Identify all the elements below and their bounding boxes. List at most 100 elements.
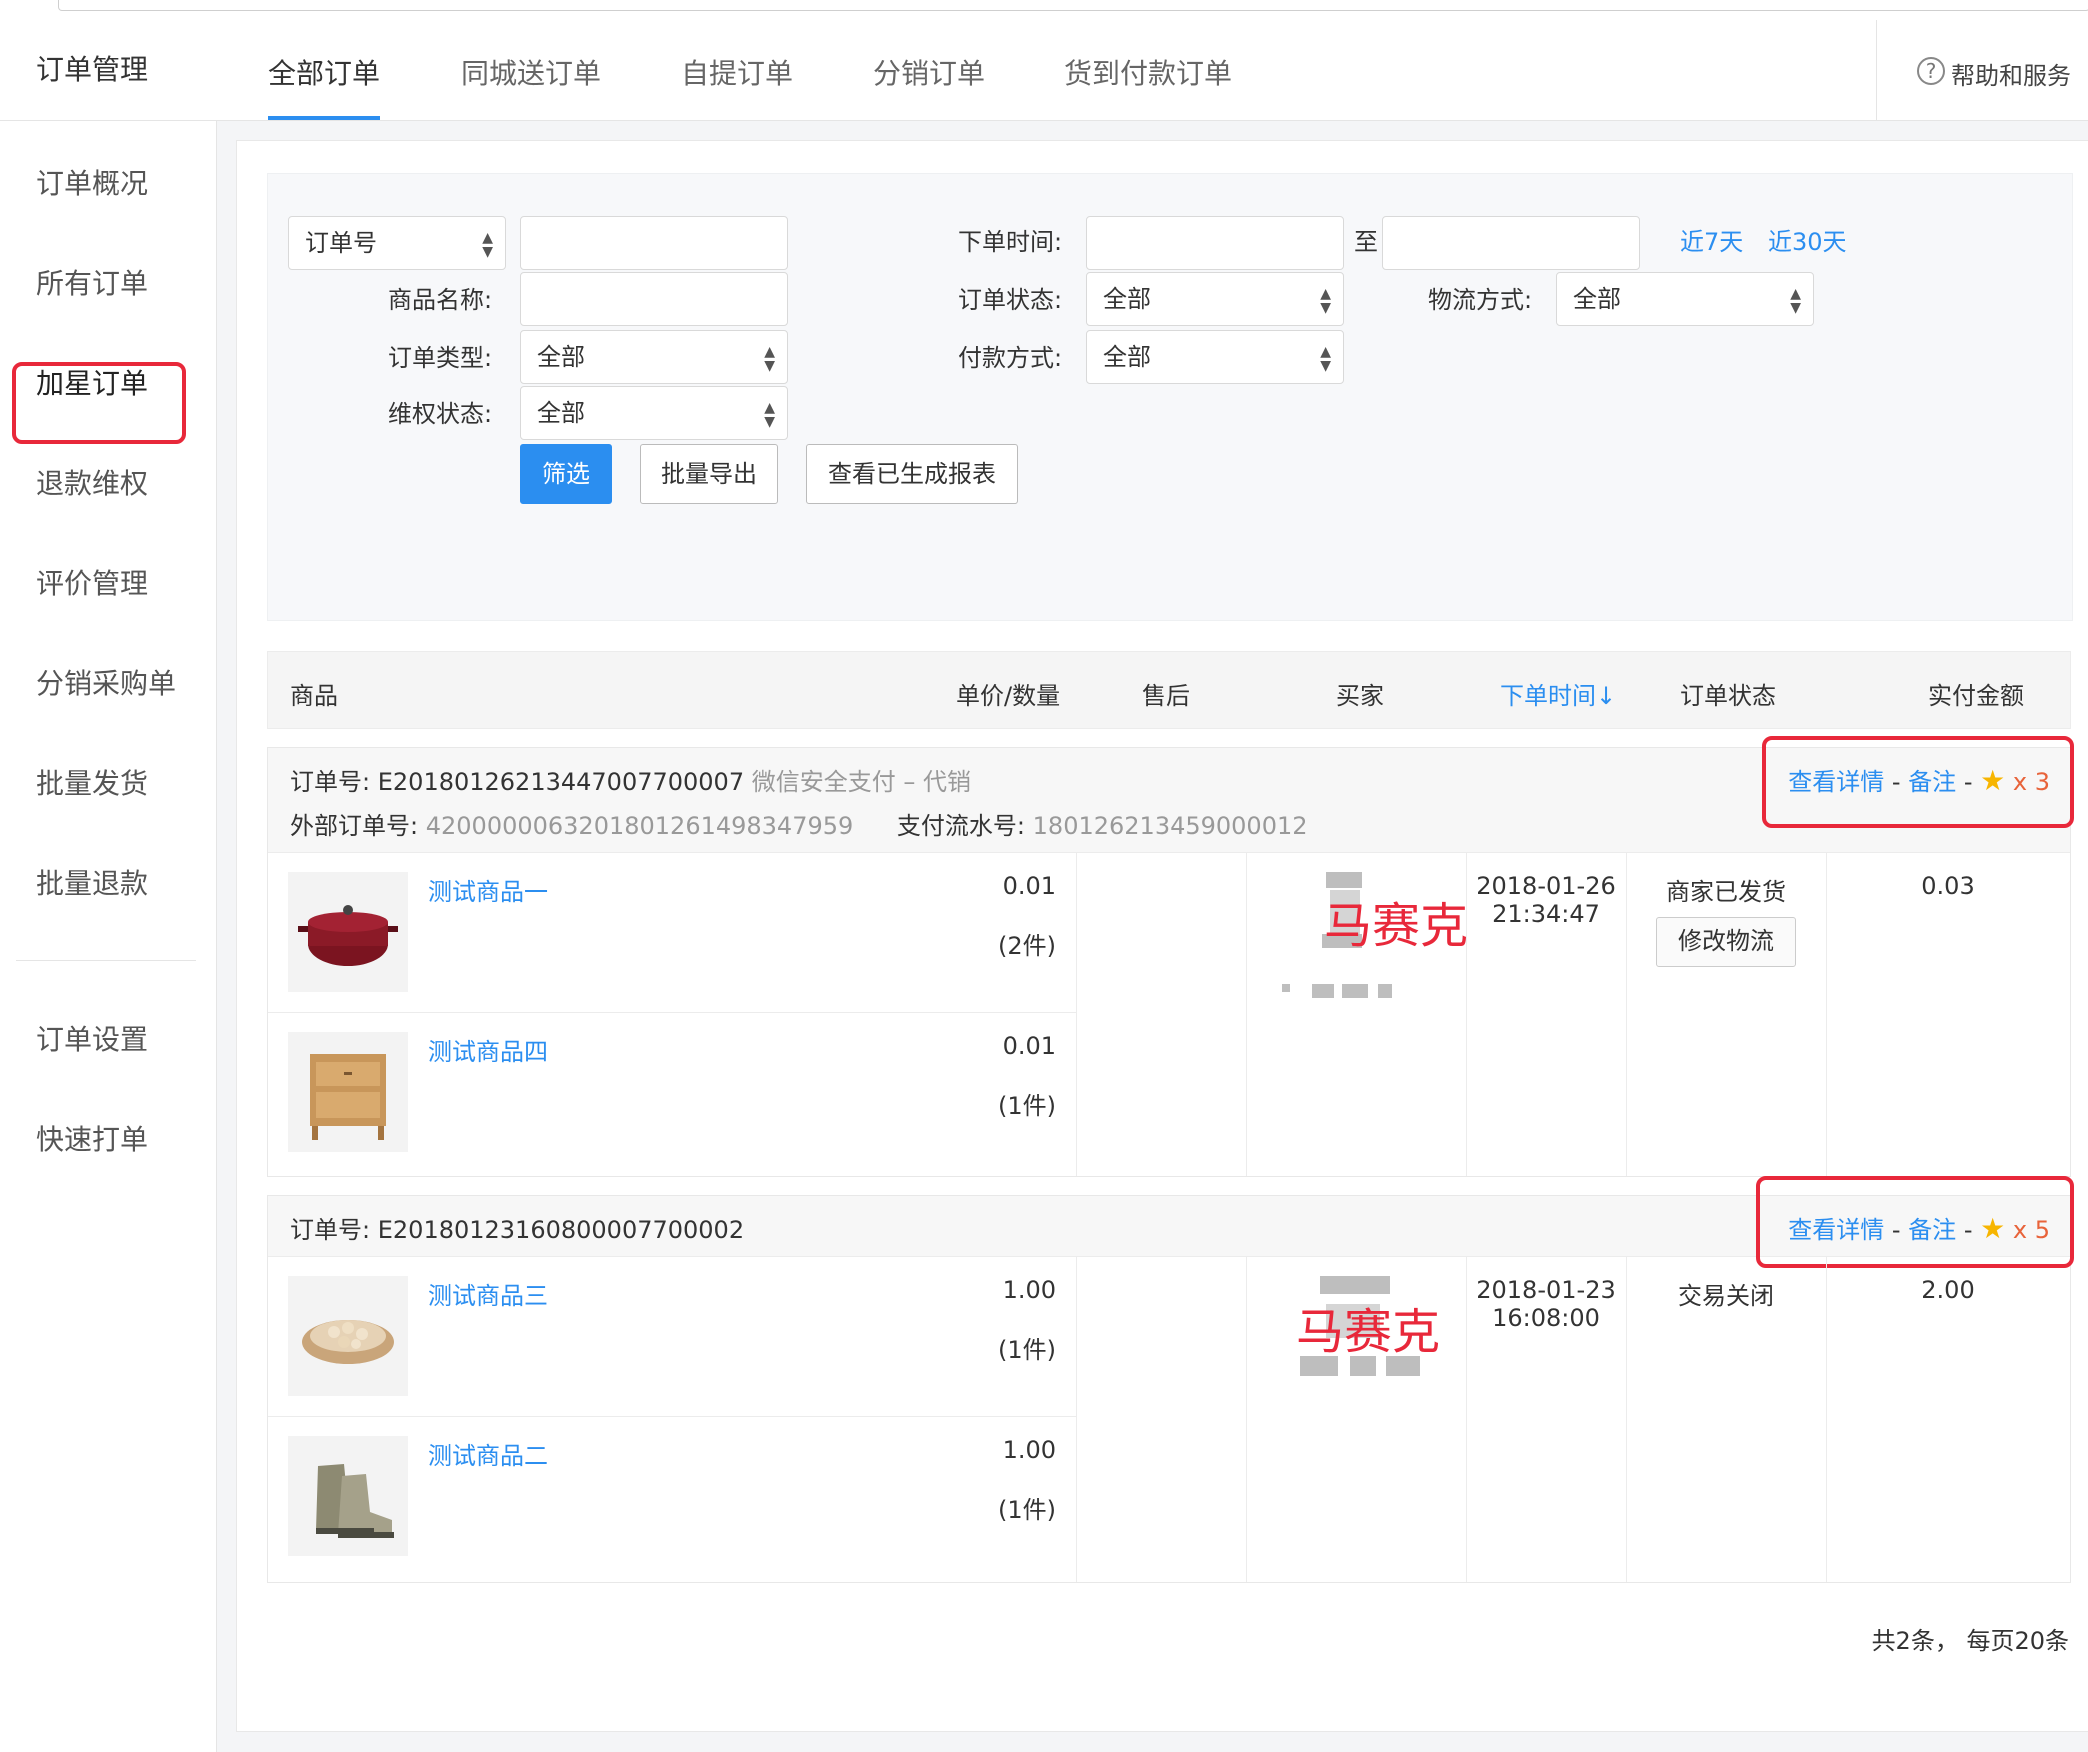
mosaic-block <box>1312 984 1334 998</box>
sidebar-item-order-settings[interactable]: 订单设置 <box>36 1020 148 1060</box>
order-date: 2018-01-23 <box>1476 1276 1616 1304</box>
unit-price: 1.00 <box>1002 1276 1056 1304</box>
order-status: 商家已发货 <box>1666 878 1786 906</box>
rights-status-label: 维权状态: <box>388 400 493 428</box>
batch-export-button[interactable]: 批量导出 <box>640 444 778 504</box>
tab-distribution[interactable]: 分销订单 <box>873 52 985 92</box>
tab-self-pickup[interactable]: 自提订单 <box>681 52 793 92</box>
order-number: E20180123160800007700002 <box>377 1216 745 1244</box>
logistics-label: 物流方式: <box>1428 286 1533 314</box>
quantity: (1件) <box>998 1496 1056 1524</box>
product-thumbnail[interactable] <box>288 1276 408 1396</box>
order-no-type-value: 订单号 <box>305 229 377 257</box>
filter-button[interactable]: 筛选 <box>520 444 612 504</box>
order-date: 2018-01-26 <box>1476 872 1616 900</box>
order-item: 测试商品二 1.00 (1件) <box>268 1416 1076 1576</box>
product-thumbnail[interactable] <box>288 1436 408 1556</box>
product-name-link[interactable]: 测试商品三 <box>428 1276 548 1311</box>
address-bar[interactable] <box>58 0 2088 11</box>
header-order-time-sort[interactable]: 下单时间↓ <box>1500 676 1616 711</box>
tab-local-delivery[interactable]: 同城送订单 <box>461 52 601 92</box>
mosaic-watermark: 马赛克 <box>1324 898 1469 954</box>
column-divider <box>1826 1256 1827 1582</box>
column-divider <box>1076 852 1077 1176</box>
header-after-sale: 售后 <box>1142 682 1190 710</box>
header-order-status: 订单状态 <box>1680 682 1776 710</box>
sidebar-item-batch-ship[interactable]: 批量发货 <box>36 764 148 804</box>
sidebar-title: 订单管理 <box>0 20 216 121</box>
order-clock: 21:34:47 <box>1492 900 1600 928</box>
quantity: (2件) <box>998 932 1056 960</box>
unit-price: 0.01 <box>1002 872 1056 900</box>
order-status: 交易关闭 <box>1678 1282 1774 1310</box>
order-status-select[interactable]: 全部 ▲ ▼ <box>1086 272 1344 326</box>
sidebar-item-batch-refund[interactable]: 批量退款 <box>36 864 148 904</box>
select-arrows-icon: ▲ ▼ <box>1320 344 1331 374</box>
payment-flow-label: 支付流水号: <box>896 812 1026 840</box>
sidebar-item-all-orders[interactable]: 所有订单 <box>36 264 148 304</box>
payment-method-select[interactable]: 全部 ▲ ▼ <box>1086 330 1344 384</box>
order-no-type-select[interactable]: 订单号 ▲ ▼ <box>288 216 506 270</box>
order-status-cell: 商家已发货 修改物流 <box>1626 872 1826 967</box>
external-order-line: 外部订单号: 4200000063201801261498347959 支付流水… <box>290 806 1308 841</box>
last-7-days-link[interactable]: 近7天 <box>1680 222 1743 257</box>
mosaic-block <box>1378 984 1392 998</box>
order-table-header: 商品 单价/数量 售后 买家 下单时间↓ 订单状态 实付金额 <box>267 651 2071 729</box>
order-type-select[interactable]: 全部 ▲ ▼ <box>520 330 788 384</box>
sidebar-item-refunds[interactable]: 退款维权 <box>36 464 148 504</box>
column-divider <box>1246 1256 1247 1582</box>
order-status-label: 订单状态: <box>958 286 1063 314</box>
product-name-link[interactable]: 测试商品四 <box>428 1032 548 1067</box>
order-time: 2018-01-26 21:34:47 <box>1466 872 1626 928</box>
quantity: (1件) <box>998 1336 1056 1364</box>
date-range-to-label: 至 <box>1354 228 1378 256</box>
order-item: 测试商品一 0.01 (2件) <box>268 852 1076 1013</box>
product-name-link[interactable]: 测试商品二 <box>428 1436 548 1471</box>
sidebar-item-overview[interactable]: 订单概况 <box>36 164 148 204</box>
tab-all-orders[interactable]: 全部订单 <box>268 52 380 92</box>
sidebar: 订单管理 订单概况 所有订单 加星订单 退款维权 评价管理 分销采购单 批量发货… <box>0 20 217 1752</box>
external-order-label: 外部订单号: <box>290 812 419 840</box>
view-reports-button[interactable]: 查看已生成报表 <box>806 444 1018 504</box>
sidebar-item-quick-print[interactable]: 快速打单 <box>36 1120 148 1160</box>
payment-flow-number: 180126213459000012 <box>1032 812 1308 840</box>
modify-logistics-button[interactable]: 修改物流 <box>1656 917 1796 967</box>
sidebar-item-distribution-purchase[interactable]: 分销采购单 <box>36 664 176 704</box>
order-item: 测试商品三 1.00 (1件) <box>268 1256 1076 1417</box>
product-name-input[interactable] <box>520 272 788 326</box>
tab-cash-on-delivery[interactable]: 货到付款订单 <box>1064 52 1232 92</box>
order-number: E20180126213447007700007 <box>377 768 745 796</box>
select-arrows-icon: ▲ ▼ <box>764 400 775 430</box>
order-number-label: 订单号: <box>290 1216 371 1244</box>
unit-price: 0.01 <box>1002 1032 1056 1060</box>
pagination-summary: 共2条， 每页20条 <box>1871 1627 2069 1655</box>
order-time-end-input[interactable] <box>1382 216 1640 270</box>
product-thumbnail[interactable] <box>288 1032 408 1152</box>
active-tab-indicator <box>268 116 380 120</box>
last-30-days-link[interactable]: 近30天 <box>1768 222 1847 257</box>
order-card: 订单号: E20180123160800007700002 查看详情 - 备注 … <box>267 1176 2074 1583</box>
top-bar <box>0 0 2088 21</box>
paid-amount: 2.00 <box>1921 1276 1975 1304</box>
product-thumbnail[interactable] <box>288 872 408 992</box>
quantity: (1件) <box>998 1092 1056 1120</box>
select-arrows-icon: ▲ ▼ <box>482 230 493 260</box>
column-divider <box>1076 1256 1077 1582</box>
order-number-line: 订单号: E20180126213447007700007 微信安全支付 – 代… <box>290 762 971 797</box>
select-arrows-icon: ▲ ▼ <box>1790 286 1801 316</box>
sidebar-item-reviews[interactable]: 评价管理 <box>36 564 148 604</box>
filter-panel: 订单号 ▲ ▼ 商品名称: 订单类型: 全部 ▲ ▼ 维权状态: 全部 ▲ ▼ 筛选 … <box>267 173 2073 621</box>
payment-method-value: 全部 <box>1103 343 1151 371</box>
product-name-link[interactable]: 测试商品一 <box>428 872 548 907</box>
rights-status-select[interactable]: 全部 ▲ ▼ <box>520 386 788 440</box>
mosaic-block <box>1282 984 1290 992</box>
order-time-start-input[interactable] <box>1086 216 1344 270</box>
order-no-input[interactable] <box>520 216 788 270</box>
order-clock: 16:08:00 <box>1492 1304 1600 1332</box>
header-paid-amount: 实付金额 <box>1928 682 2024 710</box>
help-service[interactable]: ? 帮助和服务 <box>1876 20 2088 120</box>
payment-note: 微信安全支付 – 代销 <box>751 768 972 796</box>
help-icon: ? <box>1917 57 1945 85</box>
order-card: 订单号: E20180126213447007700007 微信安全支付 – 代… <box>267 736 2074 1177</box>
logistics-select[interactable]: 全部 ▲ ▼ <box>1556 272 1814 326</box>
